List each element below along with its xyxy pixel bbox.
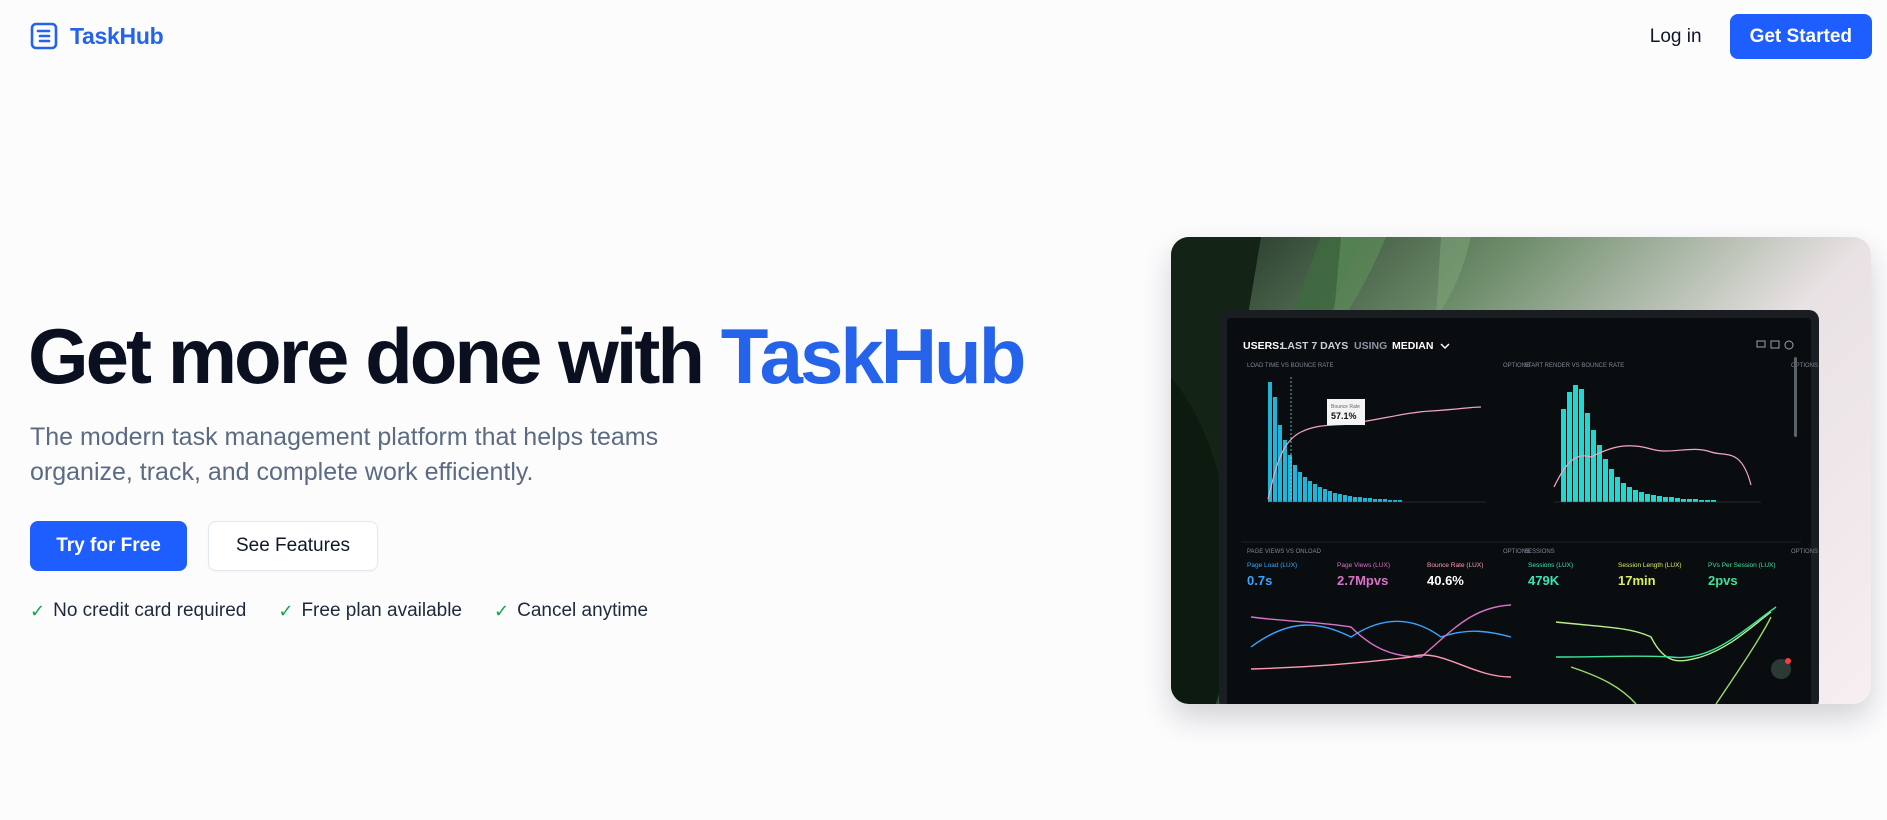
feature-item: ✓ Free plan available xyxy=(278,600,462,622)
panel-title: SESSIONS xyxy=(1524,549,1555,555)
stat-label: Page Load (LUX) xyxy=(1247,562,1297,569)
hero-title: Get more done with TaskHub xyxy=(28,310,1027,402)
stat-value: 17min xyxy=(1618,573,1656,588)
try-for-free-button[interactable]: Try for Free xyxy=(30,521,187,571)
hero-title-accent: TaskHub xyxy=(720,312,1027,400)
task-list-icon xyxy=(30,22,58,50)
cta-row: Try for Free See Features xyxy=(30,521,378,571)
feature-item: ✓ No credit card required xyxy=(30,600,246,622)
see-features-button[interactable]: See Features xyxy=(208,521,378,571)
get-started-button[interactable]: Get Started xyxy=(1729,14,1872,59)
stat-value: 40.6% xyxy=(1427,573,1464,588)
dashboard-illustration: USERS: LAST 7 DAYS USING MEDIAN LOAD TIM… xyxy=(1171,237,1819,704)
options-label: OPTIONS xyxy=(1791,549,1818,555)
stat-label: Session Length (LUX) xyxy=(1618,562,1682,569)
panel-title: PAGE VIEWS VS ONLOAD xyxy=(1247,549,1322,555)
site-header: TaskHub Log in Get Started xyxy=(0,0,1887,74)
feature-label: Free plan available xyxy=(301,600,462,621)
check-icon: ✓ xyxy=(30,600,46,621)
dashboard-heading-prefix: USERS: xyxy=(1243,340,1283,352)
check-icon: ✓ xyxy=(278,600,294,621)
hero-dashboard-image: USERS: LAST 7 DAYS USING MEDIAN LOAD TIM… xyxy=(1171,237,1871,704)
feature-list: ✓ No credit card required ✓ Free plan av… xyxy=(30,600,648,622)
stat-label: Page Views (LUX) xyxy=(1337,562,1390,569)
brand-name: TaskHub xyxy=(70,22,164,49)
stat-value: 0.7s xyxy=(1247,573,1272,588)
hero-subtitle: The modern task management platform that… xyxy=(30,423,659,486)
login-link[interactable]: Log in xyxy=(1650,26,1702,48)
header-nav: Log in Get Started xyxy=(1650,14,1872,59)
panel-title: LOAD TIME VS BOUNCE RATE xyxy=(1247,363,1333,369)
tooltip-label: Bounce Rate xyxy=(1331,404,1360,410)
stat-label: Sessions (LUX) xyxy=(1528,562,1573,569)
stat-label: PVs Per Session (LUX) xyxy=(1708,562,1776,569)
check-icon: ✓ xyxy=(494,600,510,621)
tooltip-value: 57.1% xyxy=(1331,411,1357,421)
feature-item: ✓ Cancel anytime xyxy=(494,600,648,622)
panel-title: START RENDER VS BOUNCE RATE xyxy=(1524,363,1624,369)
stat-value: 2pvs xyxy=(1708,573,1738,588)
stat-label: Bounce Rate (LUX) xyxy=(1427,562,1483,569)
stat-value: 479K xyxy=(1528,573,1560,588)
brand-logo[interactable]: TaskHub xyxy=(30,22,164,50)
feature-label: Cancel anytime xyxy=(517,600,649,621)
dashboard-heading-metric: MEDIAN xyxy=(1392,340,1433,352)
dashboard-heading-range: LAST 7 DAYS xyxy=(1281,340,1348,352)
stat-value: 2.7Mpvs xyxy=(1337,573,1388,588)
dashboard-heading-using: USING xyxy=(1354,340,1387,352)
hero-title-prefix: Get more done with xyxy=(28,312,721,400)
feature-label: No credit card required xyxy=(53,600,247,621)
